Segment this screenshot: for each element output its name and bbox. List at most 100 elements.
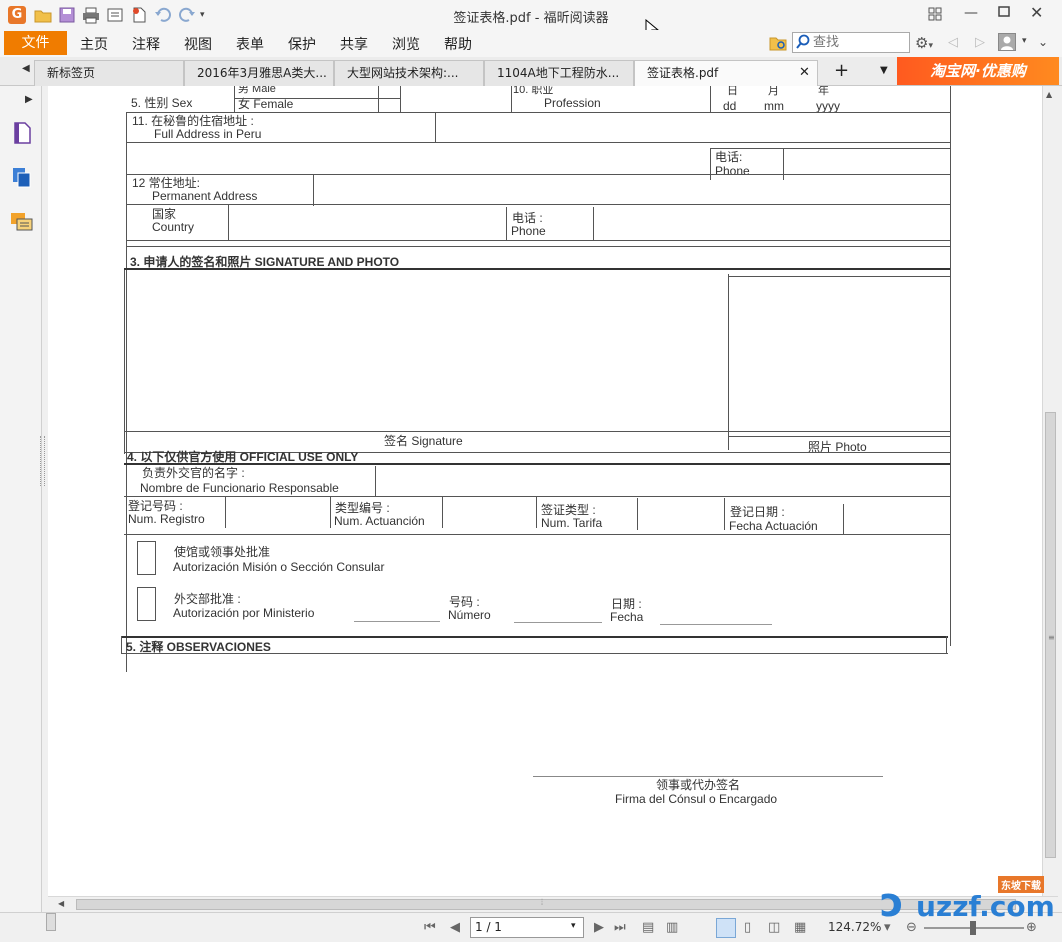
tab-label: 2016年3月雅思A类大...: [197, 66, 327, 80]
menu-comment[interactable]: 注释: [132, 34, 160, 54]
auth2-label: Autorización por Ministerio: [173, 606, 315, 620]
zoom-level: 124.72%: [828, 920, 882, 934]
address-label: Full Address in Peru: [154, 127, 262, 141]
collapse-ribbon-icon[interactable]: ⌄: [1038, 35, 1048, 49]
page-dropdown-icon[interactable]: ▾: [571, 921, 576, 931]
consul-cn-label: 领事或代办签名: [656, 778, 741, 792]
reg-label: Num. Registro: [128, 512, 205, 526]
close-window-button[interactable]: ✕: [1030, 3, 1043, 22]
previous-view-icon[interactable]: ▤: [642, 920, 654, 936]
maximize-button[interactable]: [998, 6, 1010, 21]
last-page-icon[interactable]: ⏭: [614, 920, 626, 936]
first-page-icon[interactable]: ⏮: [424, 920, 436, 936]
menu-view[interactable]: 视图: [184, 34, 212, 54]
ministry-approval-checkbox[interactable]: [137, 587, 156, 621]
file-menu[interactable]: 文件: [4, 31, 67, 55]
tab-ielts[interactable]: 2016年3月雅思A类大...: [184, 60, 334, 86]
permanent-label: Permanent Address: [152, 189, 258, 203]
expand-panel-icon[interactable]: ▶: [25, 94, 33, 105]
official-label: Nombre de Funcionario Responsable: [140, 481, 339, 495]
menu-home[interactable]: 主页: [80, 34, 108, 54]
tab-visa-form[interactable]: 签证表格.pdf ✕: [634, 60, 818, 87]
auth1-label: Autorización Misión o Sección Consular: [173, 560, 385, 574]
menu-share[interactable]: 共享: [340, 34, 368, 54]
watermark-d-icon: ↄ: [880, 880, 904, 926]
country-label: Country: [152, 220, 195, 234]
pdf-page: 男 Male 5. 性别 Sex 女 Female 10. 职业 Profess…: [48, 86, 1042, 896]
uzzf-watermark-logo: ↄ uzzf.com 东坡下载: [880, 876, 1058, 932]
tab-list-dropdown-icon[interactable]: ▼: [880, 65, 888, 76]
visa-label: Num. Tarifa: [541, 516, 603, 530]
previous-page-icon[interactable]: ◀: [450, 920, 460, 936]
continuous-view-icon[interactable]: ▯: [744, 920, 751, 936]
type-label: Num. Actuanción: [334, 514, 425, 528]
facing-view-icon[interactable]: ◫: [768, 920, 780, 936]
title-bar: G ▾ 签证表格.pdf - 福昕阅读器 — ✕: [0, 0, 1062, 39]
minimize-button[interactable]: —: [964, 5, 978, 21]
tab-bar: ◀ 新标签页 2016年3月雅思A类大... 大型网站技术架构:... 1104…: [0, 57, 1062, 87]
window-title: 签证表格.pdf - 福昕阅读器: [453, 11, 609, 26]
layers-icon[interactable]: [12, 167, 32, 192]
watermark-text: uzzf.com: [916, 890, 1055, 923]
phone-label: Phone: [715, 164, 750, 178]
auth1-cn-label: 使馆或领事处批准: [174, 545, 271, 559]
page-thumbnail-icon[interactable]: [12, 122, 32, 147]
horizontal-scroll-thumb[interactable]: ⦙: [76, 898, 1016, 910]
user-dropdown-icon[interactable]: ▾: [1022, 36, 1027, 46]
tab-label: 新标签页: [47, 66, 96, 80]
sex-label: 5. 性别 Sex: [131, 96, 193, 110]
menu-form[interactable]: 表单: [236, 34, 264, 54]
scroll-up-arrow-icon[interactable]: ▲: [1046, 90, 1052, 99]
phone2-label: Phone: [511, 224, 546, 238]
embassy-approval-checkbox[interactable]: [137, 541, 156, 575]
tab-label: 1104A地下工程防水...: [497, 66, 620, 80]
panel-splitter[interactable]: [46, 913, 56, 931]
user-avatar-icon[interactable]: [998, 33, 1016, 51]
tab-new-tab[interactable]: 新标签页: [34, 60, 184, 86]
ad-banner[interactable]: 淘宝网·优惠购: [897, 57, 1059, 85]
single-page-view-icon[interactable]: [716, 918, 736, 938]
date-cn-label: 登记日期 :: [730, 505, 785, 519]
ribbon-toggle-icon[interactable]: [928, 7, 942, 24]
settings-gear-icon[interactable]: ⚙▾: [915, 34, 933, 52]
search-box[interactable]: [792, 32, 910, 53]
new-tab-plus-icon[interactable]: +: [834, 60, 849, 81]
signature-label: 签名 Signature: [384, 434, 463, 448]
auth2-cn-label: 外交部批准 :: [174, 592, 241, 606]
day-cn-label: 日: [727, 86, 738, 97]
vertical-scroll-thumb[interactable]: ≡: [1045, 412, 1056, 858]
dd-label: dd: [723, 99, 737, 113]
tab-architecture[interactable]: 大型网站技术架构:...: [334, 60, 484, 86]
page-number-value: 1 / 1: [475, 920, 502, 934]
next-page-icon[interactable]: ▶: [594, 920, 604, 936]
next-view-icon[interactable]: ▥: [666, 920, 678, 936]
navigation-panel: ▶: [0, 86, 45, 912]
profession-label: Profession: [544, 96, 601, 110]
menu-browse[interactable]: 浏览: [392, 34, 420, 54]
document-viewport: 男 Male 5. 性别 Sex 女 Female 10. 职业 Profess…: [48, 86, 1042, 896]
vertical-scrollbar[interactable]: ▲ ≡: [1042, 86, 1058, 896]
thumb-grip-icon: ≡: [1048, 633, 1055, 642]
comments-icon[interactable]: [10, 212, 34, 237]
find-folder-icon[interactable]: [769, 35, 787, 54]
search-input[interactable]: [813, 34, 907, 51]
fecha-label: Fecha: [610, 610, 644, 624]
mm-label: mm: [764, 99, 784, 113]
forward-arrow-icon[interactable]: ▷: [975, 35, 985, 50]
year-cn-label: 年: [818, 86, 829, 97]
tab-label: 大型网站技术架构:...: [347, 66, 459, 80]
consul-label: Firma del Cónsul o Encargado: [615, 792, 778, 806]
close-tab-icon[interactable]: ✕: [799, 61, 810, 85]
tab-waterproof[interactable]: 1104A地下工程防水...: [484, 60, 634, 86]
official-cn-label: 负责外交官的名字 :: [142, 466, 245, 480]
panel-resize-handle[interactable]: [40, 436, 45, 486]
menu-help[interactable]: 帮助: [444, 34, 472, 54]
tab-scroll-left-icon[interactable]: ◀: [22, 63, 30, 74]
back-arrow-icon[interactable]: ◁: [948, 35, 958, 50]
continuous-facing-view-icon[interactable]: ▦: [794, 920, 806, 936]
menu-protect[interactable]: 保护: [288, 34, 316, 54]
page-number-field[interactable]: 1 / 1 ▾: [470, 917, 584, 938]
phone-cn-label: 电话:: [715, 150, 743, 164]
yyyy-label: yyyy: [816, 99, 840, 113]
scroll-left-arrow-icon[interactable]: ◀: [58, 899, 64, 908]
